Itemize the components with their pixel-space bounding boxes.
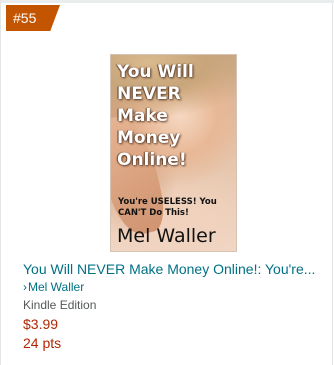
points-label: 24 pts <box>23 335 62 351</box>
cover-author: Mel Waller <box>117 225 216 247</box>
cover-subtitle: You're USELESS! You CAN'T Do This! <box>118 197 217 218</box>
rank-badge: #55 <box>6 5 60 31</box>
price-label: $3.99 <box>23 316 59 332</box>
top-divider <box>1 0 334 3</box>
product-card: #55 You Will NEVER Make Money Online! Yo… <box>0 0 334 365</box>
chevron-right-icon: › <box>23 280 27 294</box>
book-cover-image[interactable]: You Will NEVER Make Money Online! You're… <box>110 54 237 252</box>
format-label: Kindle Edition <box>23 298 97 312</box>
author-name: Mel Waller <box>28 280 85 294</box>
book-title-link[interactable]: You Will NEVER Make Money Online!: You'r… <box>23 260 323 278</box>
cover-title: You Will NEVER Make Money Online! <box>117 62 194 170</box>
author-link[interactable]: ›Mel Waller <box>23 279 84 295</box>
